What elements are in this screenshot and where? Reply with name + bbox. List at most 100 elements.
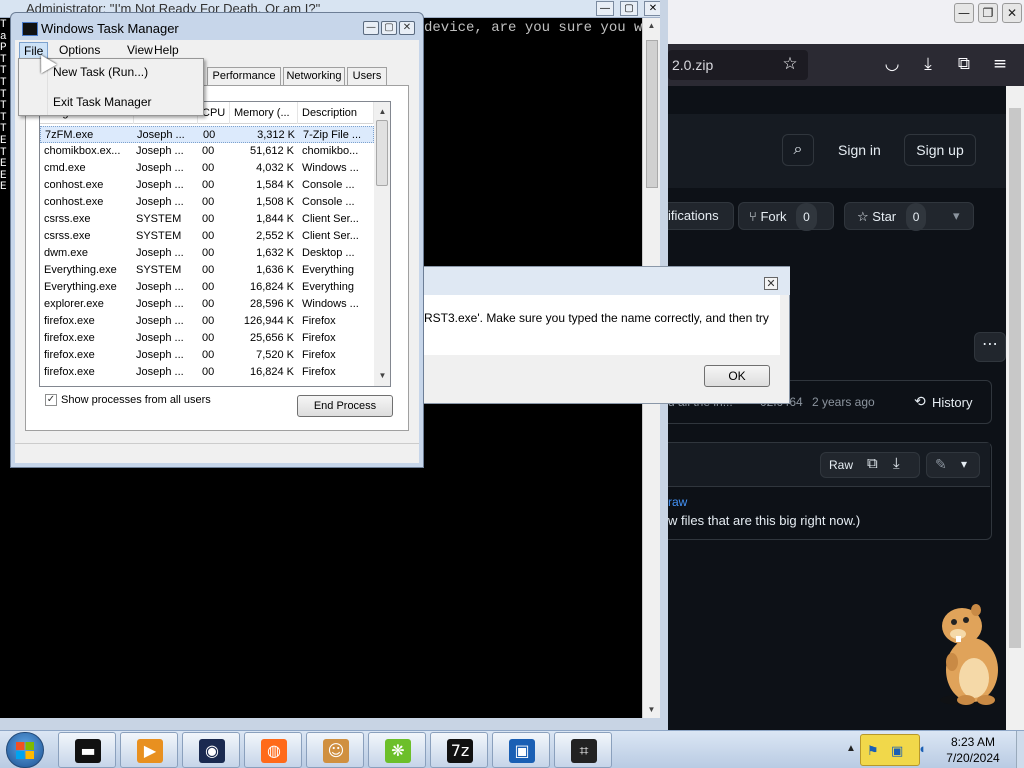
pocket-icon[interactable]: ◡ — [880, 52, 904, 76]
tm-maximize-button[interactable]: ▢ — [381, 21, 397, 35]
sign-in-link[interactable]: Sign in — [838, 142, 881, 158]
ok-button[interactable]: OK — [704, 365, 770, 387]
system-clock[interactable]: 8:23 AM 7/20/2024 — [930, 734, 1016, 766]
tab-networking[interactable]: Networking — [283, 67, 345, 86]
file-header: Raw ⧉ ⤓ ✎ ▾ — [668, 443, 990, 487]
chevron-down-icon[interactable]: ▾ — [953, 203, 960, 229]
chevron-down-icon[interactable]: ▾ — [961, 457, 967, 471]
table-row[interactable]: firefox.exe Joseph ... 00 7,520 K Firefox — [40, 347, 374, 364]
more-options-button[interactable]: ⋯ — [974, 332, 1006, 362]
table-row[interactable]: explorer.exe Joseph ... 00 28,596 K Windows … — [40, 296, 374, 313]
taskbar-button[interactable]: ▶ — [120, 732, 178, 768]
table-row[interactable]: Everything.exe SYSTEM 00 1,636 K Everything — [40, 262, 374, 279]
menu-help[interactable]: Help — [150, 42, 183, 58]
taskbar-button[interactable]: ▣ — [492, 732, 550, 768]
fork-button[interactable]: ⑂ Fork 0 — [738, 202, 834, 231]
scroll-down-icon[interactable]: ▼ — [374, 368, 390, 384]
menu-icon[interactable]: ≡ — [988, 52, 1012, 76]
table-cell: firefox.exe — [44, 315, 95, 327]
show-desktop-button[interactable] — [1016, 731, 1024, 768]
download-icon[interactable]: ⤓ — [916, 52, 940, 76]
tm-close-button[interactable]: ✕ — [399, 21, 415, 35]
history-link[interactable]: History — [932, 395, 972, 410]
table-row[interactable]: firefox.exe Joseph ... 00 25,656 K Firefox — [40, 330, 374, 347]
monitor-tray-icon[interactable]: ▣ — [891, 743, 903, 759]
menu-item-new-task[interactable]: New Task (Run...) — [53, 65, 148, 79]
table-row[interactable]: csrss.exe SYSTEM 00 2,552 K Client Ser... — [40, 228, 374, 245]
table-row[interactable]: firefox.exe Joseph ... 00 16,824 K Firefox — [40, 364, 374, 381]
taskbar-button[interactable]: ☺ — [306, 732, 364, 768]
list-scroll-thumb[interactable] — [376, 120, 388, 186]
restore-button[interactable]: ❐ — [978, 3, 998, 23]
table-row[interactable]: chomikbox.ex... Joseph ... 00 51,612 K chomi… — [40, 143, 374, 160]
raw-button[interactable]: Raw — [829, 458, 853, 472]
pencil-icon[interactable]: ✎ — [935, 456, 947, 473]
notifications-button[interactable]: ifications — [668, 202, 734, 230]
tab-performance[interactable]: Performance — [207, 67, 281, 86]
table-row[interactable]: conhost.exe Joseph ... 00 1,584 K Console ..… — [40, 177, 374, 194]
table-row[interactable]: conhost.exe Joseph ... 00 1,508 K Console ..… — [40, 194, 374, 211]
console-char: T — [0, 19, 7, 31]
table-cell: Firefox — [302, 332, 336, 344]
table-cell: 00 — [202, 332, 215, 344]
table-cell: SYSTEM — [136, 230, 182, 242]
scroll-down-icon[interactable]: ▼ — [643, 702, 660, 718]
scroll-up-icon[interactable]: ▲ — [643, 18, 660, 34]
network-icon[interactable]: ⚑ — [867, 743, 879, 759]
table-cell: Joseph ... — [136, 179, 184, 191]
menu-options[interactable]: Options — [55, 42, 104, 58]
download-raw-icon[interactable]: ⤓ — [893, 455, 900, 472]
copy-icon[interactable]: ⧉ — [867, 455, 878, 472]
show-all-processes-option[interactable]: ✓ Show processes from all users — [45, 394, 211, 406]
console-maximize-button[interactable]: ▢ — [620, 1, 638, 16]
process-list[interactable]: Image Name User Name CPU Memory (... Des… — [39, 101, 391, 387]
table-row[interactable]: 7zFM.exe Joseph ... 00 3,312 K 7-Zip File ..… — [40, 126, 374, 143]
table-row[interactable]: Everything.exe Joseph ... 00 16,824 K Everyt… — [40, 279, 374, 296]
taskbar-button[interactable]: 7z — [430, 732, 488, 768]
table-row[interactable]: csrss.exe SYSTEM 00 1,844 K Client Ser... — [40, 211, 374, 228]
bookmark-star-icon[interactable]: ☆ — [778, 52, 802, 76]
table-row[interactable]: dwm.exe Joseph ... 00 1,632 K Desktop ... — [40, 245, 374, 262]
minimize-button[interactable]: — — [954, 3, 974, 23]
tray-expand-icon[interactable]: ▲ — [846, 743, 856, 754]
dialog-message: RST3.exe'. Make sure you typed the name … — [424, 311, 769, 325]
hamster-mascot-icon[interactable] — [930, 600, 1010, 710]
taskbar-button[interactable]: ◉ — [182, 732, 240, 768]
console-char: T — [0, 100, 7, 113]
taskbar-button[interactable]: ❋ — [368, 732, 426, 768]
show-all-checkbox[interactable]: ✓ — [45, 394, 57, 406]
console-scroll-thumb[interactable] — [646, 40, 658, 188]
sign-up-button[interactable]: Sign up — [904, 134, 976, 166]
col-description[interactable]: Description — [298, 102, 374, 124]
end-process-button[interactable]: End Process — [297, 395, 393, 417]
search-icon[interactable]: ⌕ — [782, 134, 814, 166]
table-row[interactable]: cmd.exe Joseph ... 00 4,032 K Windows ... — [40, 160, 374, 177]
scrollbar-thumb[interactable] — [1009, 108, 1021, 648]
dialog-close-button[interactable]: ✕ — [764, 277, 778, 290]
star-button[interactable]: ☆ Star 0 ▾ — [844, 202, 974, 231]
tab-users[interactable]: Users — [347, 67, 387, 86]
process-list-scrollbar[interactable]: ▲ ▼ — [374, 102, 390, 386]
view-raw-link[interactable]: raw — [668, 495, 687, 509]
col-memory[interactable]: Memory (... — [230, 102, 298, 124]
console-char: E — [0, 181, 7, 194]
taskbar-button[interactable]: ▬ — [58, 732, 116, 768]
close-button[interactable]: ✕ — [1002, 3, 1022, 23]
start-button[interactable] — [6, 732, 44, 768]
table-cell: firefox.exe — [44, 332, 95, 344]
taskbar-button[interactable]: ◍ — [244, 732, 302, 768]
table-cell: Everything — [302, 281, 354, 293]
tm-minimize-button[interactable]: — — [363, 21, 379, 35]
table-row[interactable]: firefox.exe Joseph ... 00 126,944 K Firefox — [40, 313, 374, 330]
menu-item-exit[interactable]: Exit Task Manager — [53, 95, 152, 109]
table-cell: 25,656 K — [249, 332, 294, 344]
notification-tray[interactable]: ⚑ ▣ — [860, 734, 920, 766]
extensions-icon[interactable]: ⧉ — [952, 52, 976, 76]
console-minimize-button[interactable]: — — [596, 1, 614, 16]
user-app-icon: ☺ — [323, 739, 349, 763]
volume-icon[interactable]: ◖ — [918, 741, 926, 756]
scroll-up-icon[interactable]: ▲ — [374, 104, 390, 120]
table-cell: Joseph ... — [136, 298, 184, 310]
taskbar-button[interactable]: ⌗ — [554, 732, 612, 768]
dialog-titlebar: ✕ — [424, 267, 790, 295]
